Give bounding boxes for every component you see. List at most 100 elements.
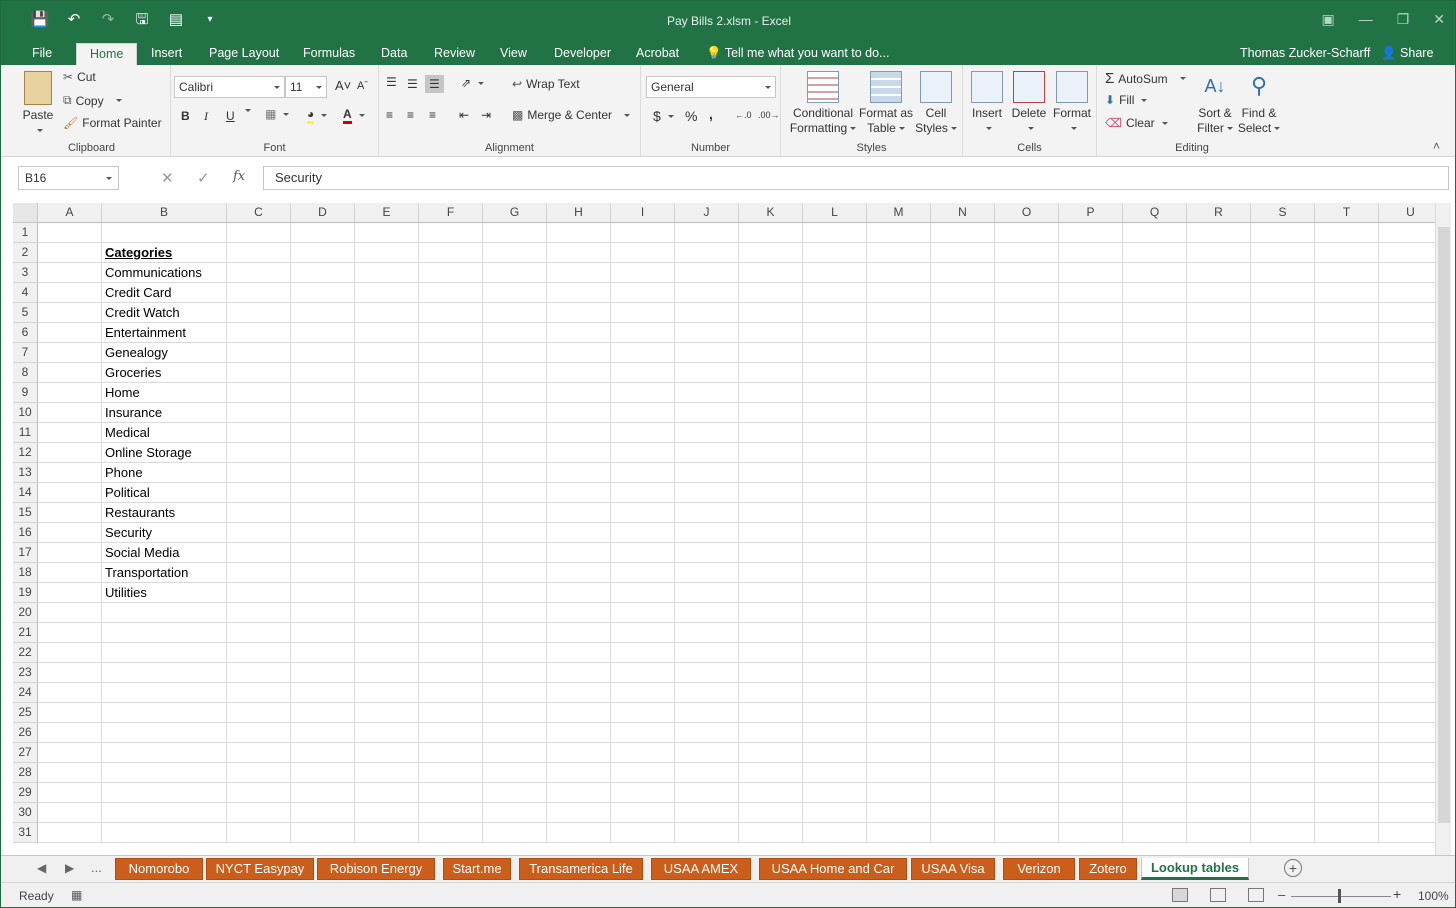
cell-c12[interactable] <box>227 443 291 463</box>
cell-u2[interactable] <box>1379 243 1435 263</box>
cell-j18[interactable] <box>675 563 739 583</box>
cell-l10[interactable] <box>803 403 867 423</box>
cell-e29[interactable] <box>355 783 419 803</box>
cell-j31[interactable] <box>675 823 739 843</box>
cell-l31[interactable] <box>803 823 867 843</box>
share-button[interactable]: 👤 Share <box>1381 43 1433 63</box>
cell-s29[interactable] <box>1251 783 1315 803</box>
cell-e31[interactable] <box>355 823 419 843</box>
cell-s2[interactable] <box>1251 243 1315 263</box>
cell-a18[interactable] <box>38 563 102 583</box>
vertical-scrollbar[interactable] <box>1435 203 1451 855</box>
cell-l18[interactable] <box>803 563 867 583</box>
insert-function-button[interactable]: fx <box>233 169 245 184</box>
cell-f15[interactable] <box>419 503 483 523</box>
cell-f3[interactable] <box>419 263 483 283</box>
cell-c4[interactable] <box>227 283 291 303</box>
cell-i11[interactable] <box>611 423 675 443</box>
cell-d28[interactable] <box>291 763 355 783</box>
cell-q3[interactable] <box>1123 263 1187 283</box>
cell-l3[interactable] <box>803 263 867 283</box>
format-painter-button[interactable]: 🖌 Format Painter <box>63 116 162 130</box>
cell-q21[interactable] <box>1123 623 1187 643</box>
cell-s1[interactable] <box>1251 223 1315 243</box>
cell-g4[interactable] <box>483 283 547 303</box>
cell-h12[interactable] <box>547 443 611 463</box>
cell-o23[interactable] <box>995 663 1059 683</box>
cell-q19[interactable] <box>1123 583 1187 603</box>
cell-o12[interactable] <box>995 443 1059 463</box>
cell-b11[interactable]: Medical <box>102 423 227 443</box>
cell-s6[interactable] <box>1251 323 1315 343</box>
cell-h18[interactable] <box>547 563 611 583</box>
cell-l28[interactable] <box>803 763 867 783</box>
orientation-button[interactable]: ⇗ <box>461 76 485 90</box>
row-header[interactable]: 15 <box>13 503 38 523</box>
cell-q5[interactable] <box>1123 303 1187 323</box>
cell-k29[interactable] <box>739 783 803 803</box>
cell-d24[interactable] <box>291 683 355 703</box>
cell-l20[interactable] <box>803 603 867 623</box>
cell-q13[interactable] <box>1123 463 1187 483</box>
cell-s4[interactable] <box>1251 283 1315 303</box>
cell-b16[interactable]: Security <box>102 523 227 543</box>
cell-q2[interactable] <box>1123 243 1187 263</box>
cell-h29[interactable] <box>547 783 611 803</box>
cell-u24[interactable] <box>1379 683 1435 703</box>
cell-e10[interactable] <box>355 403 419 423</box>
cell-o10[interactable] <box>995 403 1059 423</box>
sheet-tab-lookup-tables[interactable]: Lookup tables <box>1141 858 1249 880</box>
cell-f4[interactable] <box>419 283 483 303</box>
cell-g2[interactable] <box>483 243 547 263</box>
row-header[interactable]: 5 <box>13 303 38 323</box>
cell-u4[interactable] <box>1379 283 1435 303</box>
cell-h23[interactable] <box>547 663 611 683</box>
cell-m12[interactable] <box>867 443 931 463</box>
page-layout-view-icon[interactable] <box>1210 888 1226 902</box>
cell-r26[interactable] <box>1187 723 1251 743</box>
cell-s13[interactable] <box>1251 463 1315 483</box>
cell-r22[interactable] <box>1187 643 1251 663</box>
cell-t22[interactable] <box>1315 643 1379 663</box>
cell-p15[interactable] <box>1059 503 1123 523</box>
cell-q24[interactable] <box>1123 683 1187 703</box>
cell-i24[interactable] <box>611 683 675 703</box>
cell-o24[interactable] <box>995 683 1059 703</box>
cell-n24[interactable] <box>931 683 995 703</box>
cell-o26[interactable] <box>995 723 1059 743</box>
cell-t27[interactable] <box>1315 743 1379 763</box>
cell-p10[interactable] <box>1059 403 1123 423</box>
cell-f1[interactable] <box>419 223 483 243</box>
cell-g29[interactable] <box>483 783 547 803</box>
cell-e19[interactable] <box>355 583 419 603</box>
select-all-corner[interactable] <box>13 203 38 223</box>
cell-d3[interactable] <box>291 263 355 283</box>
cell-b30[interactable] <box>102 803 227 823</box>
cell-u14[interactable] <box>1379 483 1435 503</box>
cell-s23[interactable] <box>1251 663 1315 683</box>
cell-j28[interactable] <box>675 763 739 783</box>
cell-j22[interactable] <box>675 643 739 663</box>
cell-l8[interactable] <box>803 363 867 383</box>
cell-o1[interactable] <box>995 223 1059 243</box>
cell-g10[interactable] <box>483 403 547 423</box>
cell-r17[interactable] <box>1187 543 1251 563</box>
cell-t19[interactable] <box>1315 583 1379 603</box>
cell-i1[interactable] <box>611 223 675 243</box>
cell-q11[interactable] <box>1123 423 1187 443</box>
cell-a24[interactable] <box>38 683 102 703</box>
cell-m22[interactable] <box>867 643 931 663</box>
cell-s19[interactable] <box>1251 583 1315 603</box>
column-header-p[interactable]: P <box>1059 203 1123 223</box>
cell-a7[interactable] <box>38 343 102 363</box>
cell-b29[interactable] <box>102 783 227 803</box>
cell-e13[interactable] <box>355 463 419 483</box>
cell-p30[interactable] <box>1059 803 1123 823</box>
cell-a4[interactable] <box>38 283 102 303</box>
cell-h7[interactable] <box>547 343 611 363</box>
cell-s12[interactable] <box>1251 443 1315 463</box>
cell-b7[interactable]: Genealogy <box>102 343 227 363</box>
cell-t2[interactable] <box>1315 243 1379 263</box>
cell-c7[interactable] <box>227 343 291 363</box>
cell-c27[interactable] <box>227 743 291 763</box>
